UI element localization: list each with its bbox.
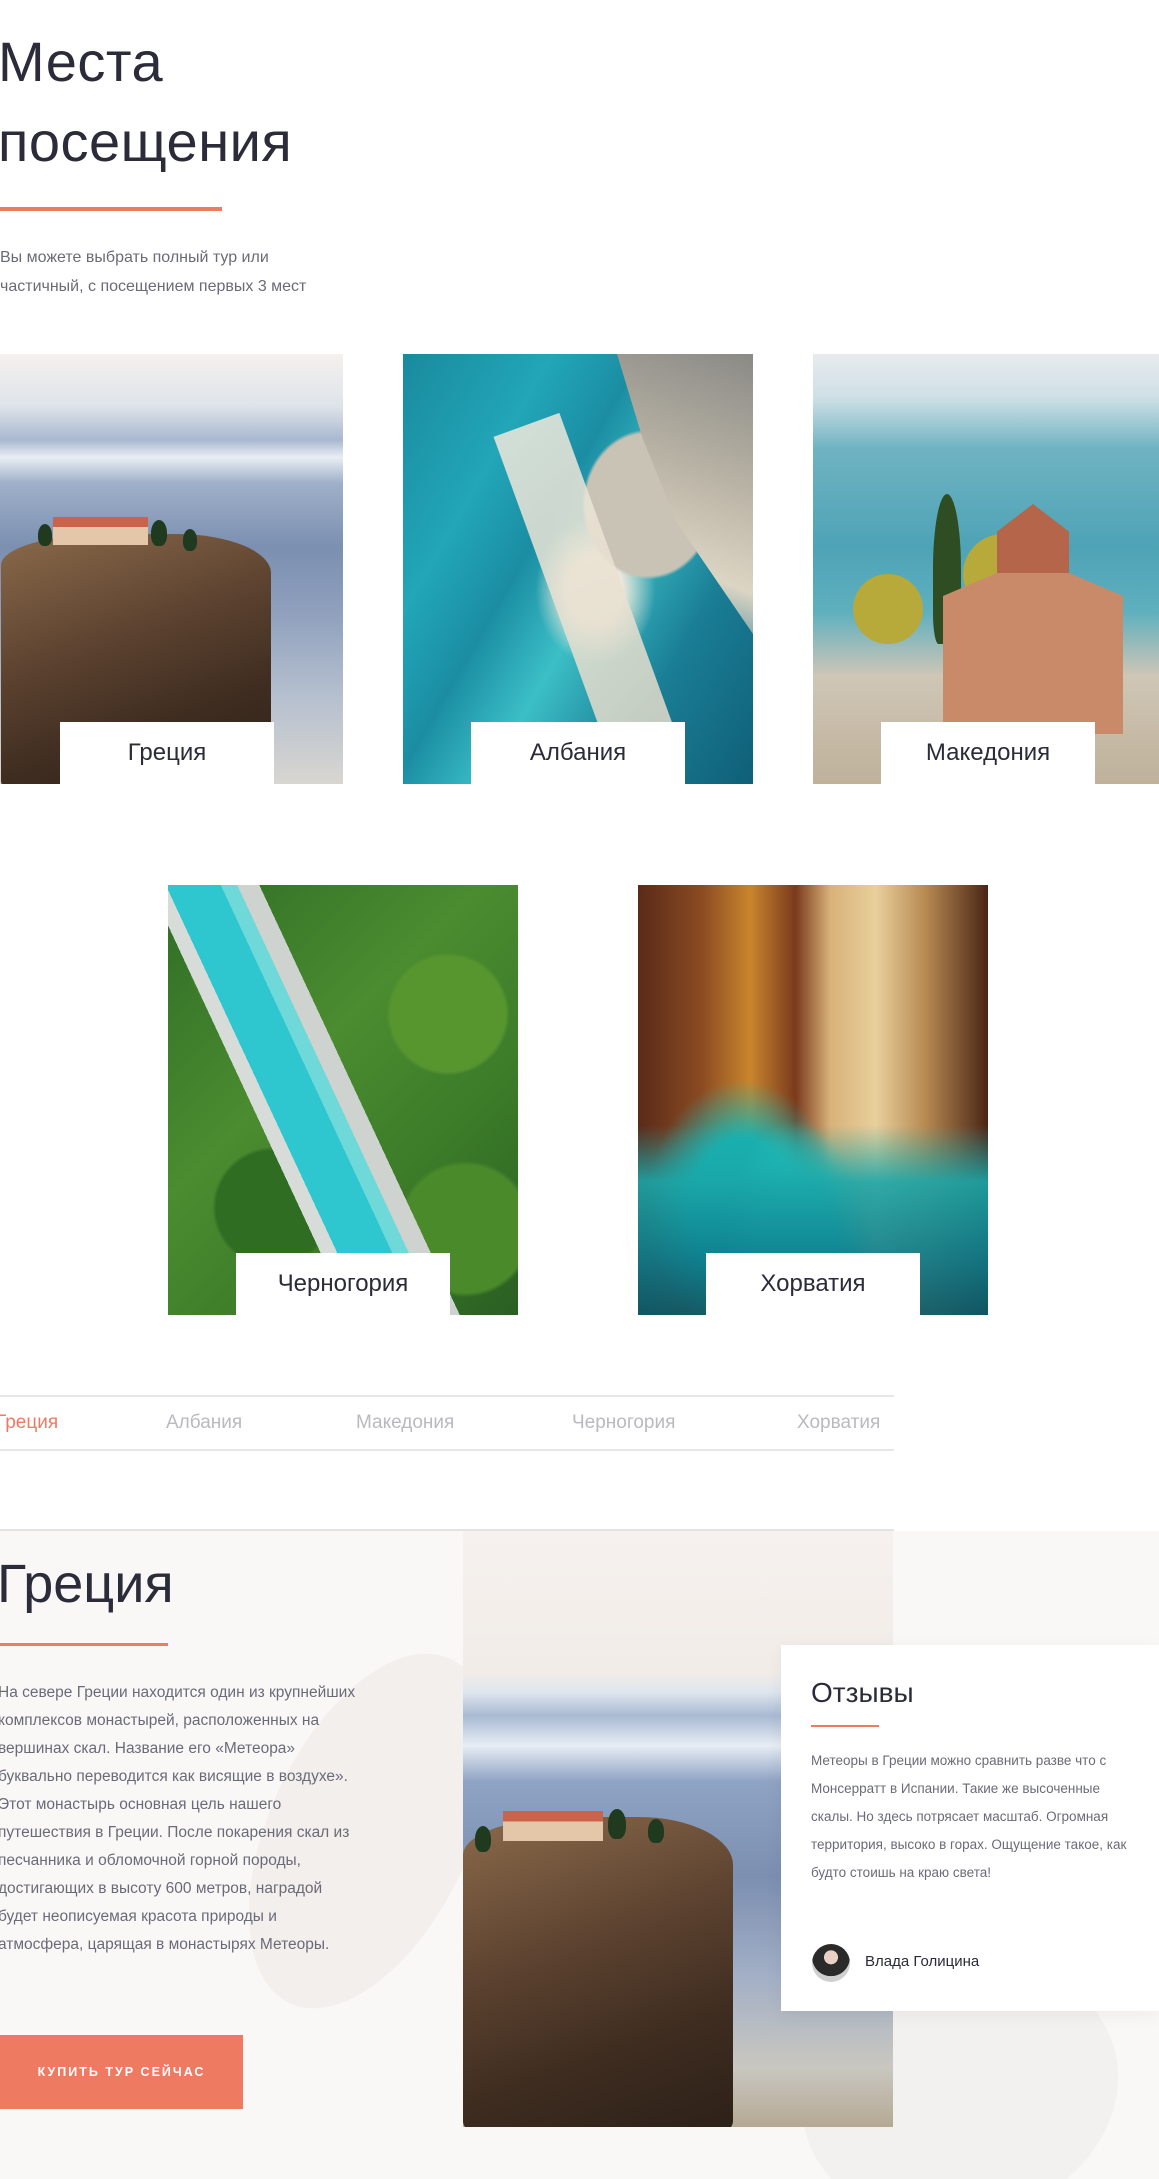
- destination-tabs: Греция Албания Македония Черногория Хорв…: [0, 1395, 894, 1451]
- destination-label: Греция: [60, 722, 274, 784]
- tab-albania[interactable]: Албания: [166, 1412, 242, 1434]
- destination-card-macedonia[interactable]: Македония: [813, 354, 1159, 784]
- review-title: Отзывы: [811, 1677, 914, 1708]
- croatia-photo: [638, 885, 988, 1315]
- section-subtitle: Вы можете выбрать полный тур или частичн…: [0, 249, 307, 295]
- title-underline: [0, 207, 222, 211]
- destination-card-montenegro[interactable]: Черногория: [168, 885, 518, 1315]
- destination-label: Македония: [881, 722, 1095, 784]
- montenegro-photo: [168, 885, 518, 1315]
- review-author: Влада Голицина: [865, 1953, 980, 1970]
- section-title-line1: Места: [0, 30, 164, 93]
- destination-card-albania[interactable]: Албания: [403, 354, 753, 784]
- destination-label: Албания: [471, 722, 685, 784]
- tab-greece[interactable]: Греция: [0, 1412, 58, 1434]
- destination-card-greece[interactable]: Греция: [0, 354, 343, 784]
- albania-photo: [403, 354, 753, 784]
- tab-croatia[interactable]: Хорватия: [797, 1412, 880, 1434]
- destination-label: Хорватия: [706, 1253, 920, 1315]
- avatar: [812, 1944, 850, 1982]
- review-card: Отзывы Метеоры в Греции можно сравнить р…: [781, 1645, 1159, 2011]
- destination-card-croatia[interactable]: Хорватия: [638, 885, 988, 1315]
- tab-macedonia[interactable]: Македония: [356, 1412, 454, 1434]
- country-title: Греция: [0, 1554, 174, 1614]
- buy-tour-button[interactable]: КУПИТЬ ТУР СЕЙЧАС: [0, 2035, 243, 2109]
- greece-photo: [0, 354, 343, 784]
- destination-label: Черногория: [236, 1253, 450, 1315]
- country-description: На севере Греции находится один из крупн…: [0, 1684, 356, 1953]
- review-text: Метеоры в Греции можно сравнить разве чт…: [811, 1753, 1127, 1880]
- review-underline: [811, 1725, 879, 1727]
- country-underline: [0, 1643, 168, 1646]
- tab-montenegro[interactable]: Черногория: [572, 1412, 675, 1434]
- section-title: Места посещения: [0, 22, 292, 182]
- macedonia-photo: [813, 354, 1159, 784]
- section-title-line2: посещения: [0, 110, 293, 173]
